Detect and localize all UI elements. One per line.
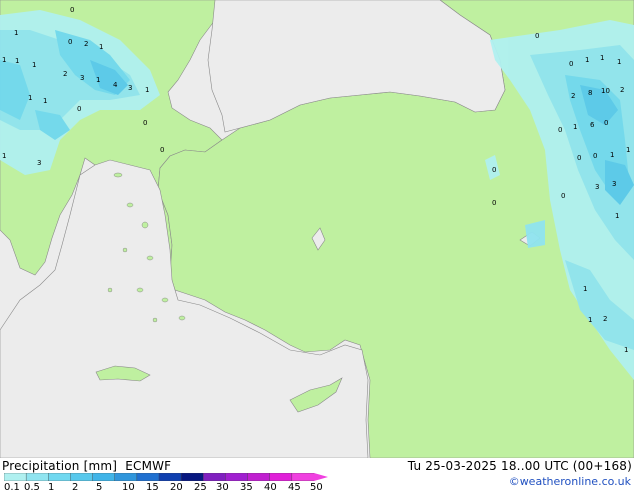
scale-cell (48, 473, 71, 481)
credit-link[interactable]: ©weatheronline.co.uk (509, 475, 631, 488)
legend-bar: Precipitation [mm] ECMWF Tu 25-03-2025 1… (0, 458, 634, 493)
point-value: 0 (593, 152, 597, 160)
point-value: 2 (84, 40, 88, 48)
point-value: 0 (535, 32, 539, 40)
point-value: 0 (68, 38, 72, 46)
scale-cell (291, 473, 315, 481)
point-value: 1 (28, 94, 32, 102)
map-svg: 0 0 2 1 1 1 2 3 1 4 3 1 1 1 1 0 0 0 1 3 … (0, 0, 634, 458)
point-value: 1 (585, 56, 589, 64)
scale-tick-label: 2 (72, 482, 79, 493)
point-value: 0 (577, 154, 581, 162)
scale-cell (92, 473, 116, 481)
scale-cell (114, 473, 138, 481)
point-value: 0 (160, 146, 164, 154)
color-scale (4, 473, 328, 481)
scale-cell (136, 473, 160, 481)
point-value: 1 (615, 212, 619, 220)
scale-tick-label: 15 (146, 482, 159, 493)
point-value: 0 (492, 199, 496, 207)
point-value: 2 (63, 70, 67, 78)
point-value: 1 (15, 57, 19, 65)
point-value: 10 (601, 87, 610, 95)
scale-cell (25, 473, 49, 481)
point-value: 8 (588, 89, 592, 97)
scale-cell (4, 473, 27, 481)
point-value: 1 (145, 86, 149, 94)
scale-cell (180, 473, 204, 481)
point-value: 1 (583, 285, 587, 293)
point-value: 0 (569, 60, 573, 68)
scale-tick-label: 10 (122, 482, 135, 493)
scale-tick-label: 0.5 (24, 482, 40, 493)
scale-tick-label: 45 (288, 482, 301, 493)
map-title: Precipitation [mm] ECMWF (2, 459, 171, 473)
point-value: 1 (96, 76, 100, 84)
point-value: 0 (70, 6, 74, 14)
point-value: 1 (617, 58, 621, 66)
point-value: 0 (143, 119, 147, 127)
point-value: 3 (37, 159, 41, 167)
scale-cell (225, 473, 249, 481)
point-value: 0 (558, 126, 562, 134)
point-value: 1 (626, 146, 630, 154)
point-value: 1 (573, 123, 577, 131)
scale-cell (247, 473, 271, 481)
scale-tick-label: 0.1 (4, 482, 20, 493)
point-value: 0 (561, 192, 565, 200)
scale-cell (203, 473, 226, 481)
point-value: 1 (588, 316, 592, 324)
scale-tick-label: 5 (96, 482, 103, 493)
valid-time: Tu 25-03-2025 18..00 UTC (00+168) (407, 459, 632, 473)
scale-tick-label: 1 (48, 482, 55, 493)
point-value: 1 (14, 29, 18, 37)
model-label: ECMWF (125, 459, 172, 473)
scale-arrow (314, 473, 328, 481)
point-value: 2 (603, 315, 607, 323)
scale-cell (158, 473, 182, 481)
product-label: Precipitation [mm] (2, 459, 118, 473)
point-value: 2 (571, 92, 575, 100)
point-value: 0 (604, 119, 608, 127)
point-value: 3 (80, 74, 84, 82)
point-value: 0 (492, 166, 496, 174)
scale-cell (70, 473, 94, 481)
point-value: 0 (77, 105, 81, 113)
point-value: 1 (43, 97, 47, 105)
scale-cell (269, 473, 293, 481)
point-value: 3 (595, 183, 599, 191)
point-value: 3 (612, 180, 616, 188)
point-value: 2 (620, 86, 624, 94)
scale-tick-label: 30 (216, 482, 229, 493)
scale-tick-label: 40 (264, 482, 277, 493)
scale-tick-label: 35 (240, 482, 253, 493)
point-value: 1 (600, 54, 604, 62)
precipitation-map: 0 0 2 1 1 1 2 3 1 4 3 1 1 1 1 0 0 0 1 3 … (0, 0, 634, 458)
scale-tick-label: 20 (170, 482, 183, 493)
scale-tick-label: 50 (310, 482, 323, 493)
point-value: 1 (610, 151, 614, 159)
point-value: 1 (2, 56, 6, 64)
point-value: 1 (99, 43, 103, 51)
point-value: 4 (113, 81, 118, 89)
point-value: 1 (624, 346, 628, 354)
scale-tick-label: 25 (194, 482, 207, 493)
point-value: 1 (2, 152, 6, 160)
point-value: 1 (32, 61, 36, 69)
point-value: 3 (128, 84, 132, 92)
point-value: 6 (590, 121, 595, 129)
